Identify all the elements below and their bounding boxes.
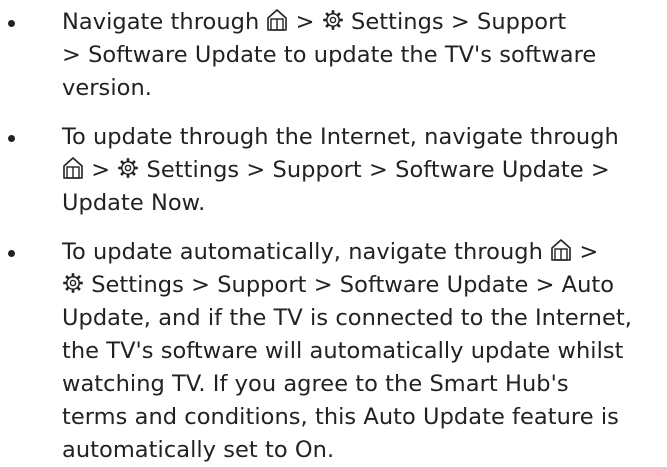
gear-icon <box>117 155 139 181</box>
home-icon <box>266 7 288 33</box>
item-text: > <box>288 9 322 35</box>
document-page: Navigate through > Settings > Support > … <box>0 0 667 464</box>
item-text: Navigate through <box>62 9 267 35</box>
line-3: Update Now. <box>62 190 206 216</box>
bullet-point <box>8 135 15 142</box>
gear-icon <box>322 7 344 33</box>
line-4: the TV's software will automatically upd… <box>62 338 624 364</box>
line-2: > Settings > Support > Software Update > <box>62 154 659 187</box>
item-text: To update automatically, navigate throug… <box>62 239 551 265</box>
item-text: > <box>84 157 118 183</box>
line-1: To update through the Internet, navigate… <box>62 124 619 150</box>
line-1: To update automatically, navigate throug… <box>62 236 659 269</box>
bullet-point <box>8 20 15 27</box>
list-item-software-update: Navigate through > Settings > Support > … <box>8 6 659 105</box>
line-6: terms and conditions, this Auto Update f… <box>62 404 619 430</box>
list-item-auto-update: To update automatically, navigate throug… <box>8 236 659 467</box>
item-text: > <box>572 239 599 265</box>
line-1: Navigate through > Settings > Support <box>62 6 659 39</box>
bullet-point <box>8 250 15 257</box>
line-5: watching TV. If you agree to the Smart H… <box>62 371 569 397</box>
list-item-update-internet: To update through the Internet, navigate… <box>8 121 659 220</box>
item-text: Settings > Support > Software Update > <box>139 157 610 183</box>
home-icon <box>550 237 572 263</box>
item-text: Settings > Support > Software Update > A… <box>84 272 615 298</box>
line-7: automatically set to On. <box>62 437 335 463</box>
home-icon <box>62 155 84 181</box>
line-3: version. <box>62 75 152 101</box>
gear-icon <box>62 270 84 296</box>
line-3: Update, and if the TV is connected to th… <box>62 305 632 331</box>
item-text: Settings > Support <box>343 9 567 35</box>
line-2: Settings > Support > Software Update > A… <box>62 269 659 302</box>
bullet-list: Navigate through > Settings > Support > … <box>8 6 659 467</box>
line-2: > Software Update to update the TV's sof… <box>62 42 597 68</box>
